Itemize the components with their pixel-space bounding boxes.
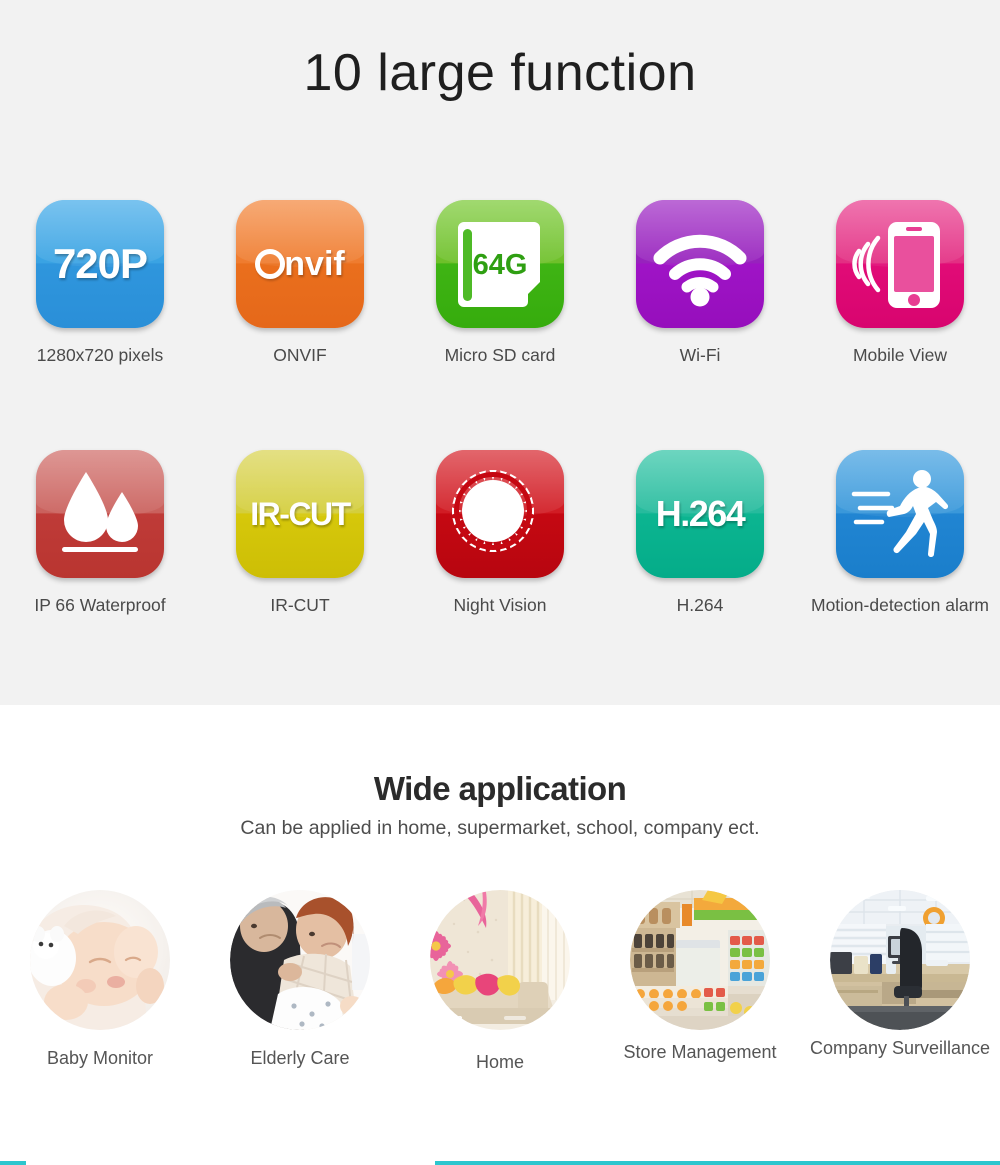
mobile-phone-icon[interactable] xyxy=(836,200,964,328)
teal-rule-right xyxy=(435,1161,1000,1165)
feature-label: Mobile View xyxy=(852,345,948,365)
application-item-baby-monitor[interactable]: Baby Monitor xyxy=(0,890,200,1074)
tile-text-720p: 720P xyxy=(52,240,148,287)
feature-item-onvif[interactable]: nvif ONVIF xyxy=(200,200,400,366)
application-section: Wide application Can be applied in home,… xyxy=(0,705,1000,1165)
wifi-icon[interactable] xyxy=(636,200,764,328)
application-label: Elderly Care xyxy=(250,1048,350,1068)
features-section: 10 large function 720P 1280x720 pixels n… xyxy=(0,0,1000,705)
tile-glyph: H.264 xyxy=(636,450,764,578)
tile-glyph xyxy=(436,450,564,578)
water-drops-icon[interactable] xyxy=(36,450,164,578)
feature-item-wifi[interactable]: Wi-Fi xyxy=(600,200,800,366)
tile-text-h264: H.264 xyxy=(655,493,746,534)
application-item-company-surveillance[interactable]: Company Surveillance xyxy=(800,890,1000,1074)
tile-glyph xyxy=(836,450,964,578)
page-title: 10 large function xyxy=(303,44,697,102)
supermarket-shelves-photo[interactable] xyxy=(630,890,770,1030)
feature-item-micro-sd[interactable]: 64G Micro SD card xyxy=(400,200,600,366)
office-illustration-icon xyxy=(830,890,970,1030)
tile-text-ir-cut: IR-CUT xyxy=(250,495,351,532)
application-title: Wide application xyxy=(373,770,627,807)
application-label: Company Surveillance xyxy=(809,1038,991,1058)
tile-glyph xyxy=(636,200,764,328)
feature-label: Motion-detection alarm xyxy=(811,595,989,615)
feature-label: Night Vision xyxy=(453,595,547,615)
elderly-couple-illustration-icon xyxy=(230,890,370,1030)
elderly-couple-photo[interactable] xyxy=(230,890,370,1030)
baby-illustration-icon xyxy=(30,890,170,1030)
droplets-shape-icon xyxy=(62,472,138,552)
application-item-elderly-care[interactable]: Elderly Care xyxy=(200,890,400,1074)
runner-with-speed-lines-icon xyxy=(851,470,949,557)
phone-with-signal-icon xyxy=(852,222,940,308)
application-label: Store Management xyxy=(623,1042,777,1062)
sun-with-crescent-icon xyxy=(452,470,553,564)
tile-text-sd-capacity: 64G xyxy=(472,248,528,281)
resolution-720p-icon[interactable]: 720P xyxy=(36,200,164,328)
application-row: Baby Monitor Elderly Care Home Store Man… xyxy=(0,890,1000,1074)
feature-item-mobile-view[interactable]: Mobile View xyxy=(800,200,1000,366)
feature-item-ir-cut[interactable]: IR-CUT IR-CUT xyxy=(200,450,400,616)
application-item-store-management[interactable]: Store Management xyxy=(600,890,800,1074)
feature-label: H.264 xyxy=(676,595,724,615)
application-label: Baby Monitor xyxy=(46,1048,154,1068)
tile-glyph: 64G xyxy=(436,200,564,328)
feature-item-h264[interactable]: H.264 H.264 xyxy=(600,450,800,616)
tile-glyph: nvif xyxy=(236,200,364,328)
micro-sd-card-icon[interactable]: 64G xyxy=(436,200,564,328)
teal-rule-left xyxy=(0,1161,26,1165)
feature-item-waterproof[interactable]: IP 66 Waterproof xyxy=(0,450,200,616)
feature-item-night-vision[interactable]: Night Vision xyxy=(400,450,600,616)
feature-label: IP 66 Waterproof xyxy=(34,595,166,615)
feature-label: Micro SD card xyxy=(444,345,556,365)
ir-cut-icon[interactable]: IR-CUT xyxy=(236,450,364,578)
living-room-illustration-icon xyxy=(430,890,570,1030)
office-interior-photo[interactable] xyxy=(830,890,970,1030)
feature-item-motion-detection[interactable]: Motion-detection alarm xyxy=(800,450,1000,616)
feature-label: IR-CUT xyxy=(270,595,330,615)
running-man-icon[interactable] xyxy=(836,450,964,578)
living-room-photo[interactable] xyxy=(430,890,570,1030)
feature-label: ONVIF xyxy=(273,345,327,365)
onvif-o-ring-icon xyxy=(255,249,286,279)
feature-item-720p[interactable]: 720P 1280x720 pixels xyxy=(0,200,200,366)
tile-glyph: 720P xyxy=(36,200,164,328)
tile-glyph xyxy=(836,200,964,328)
feature-label: 1280x720 pixels xyxy=(36,345,164,365)
feature-row-2: IP 66 Waterproof IR-CUT IR-CUT Night Vis… xyxy=(0,450,1000,616)
onvif-logo-icon[interactable]: nvif xyxy=(236,200,364,328)
h264-codec-icon[interactable]: H.264 xyxy=(636,450,764,578)
wifi-arcs-icon xyxy=(653,234,747,307)
tile-glyph: IR-CUT xyxy=(236,450,364,578)
application-item-home[interactable]: Home xyxy=(400,890,600,1074)
feature-row-1: 720P 1280x720 pixels nvif ONVIF 64G Micr… xyxy=(0,200,1000,366)
sun-moon-icon[interactable] xyxy=(436,450,564,578)
feature-label: Wi-Fi xyxy=(679,345,721,365)
sleeping-baby-photo[interactable] xyxy=(30,890,170,1030)
tile-glyph xyxy=(36,450,164,578)
application-label: Home xyxy=(475,1052,524,1072)
application-subtitle: Can be applied in home, supermarket, sch… xyxy=(240,817,760,839)
supermarket-illustration-icon xyxy=(630,890,770,1030)
tile-text-onvif: nvif xyxy=(284,244,345,283)
